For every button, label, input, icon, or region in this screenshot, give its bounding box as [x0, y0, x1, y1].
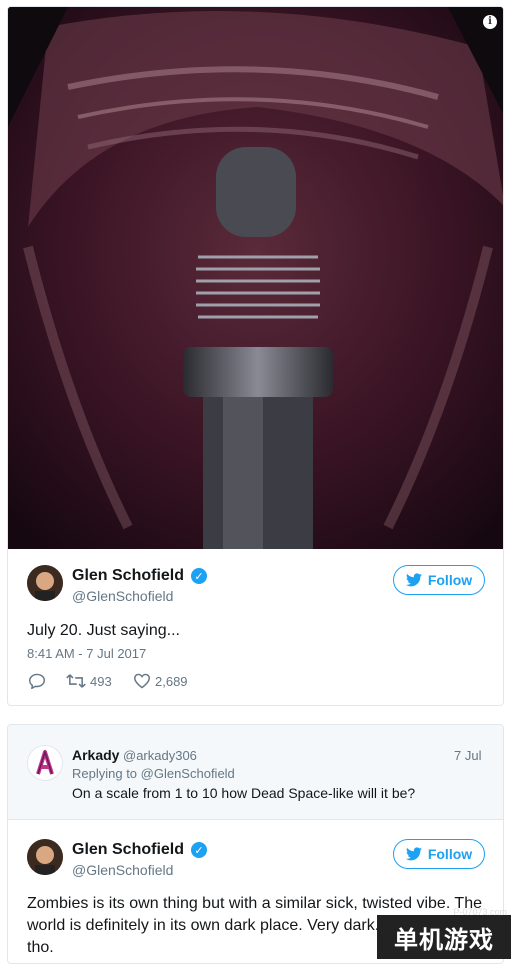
arkady-logo-icon [36, 749, 54, 775]
tweet-text-line: Zombies is its own thing but with a simi… [27, 895, 482, 912]
reply-author-handle[interactable]: @arkady306 [123, 748, 197, 763]
quoted-reply[interactable]: Arkady @arkady306 7 Jul Replying to @Gle… [8, 725, 503, 820]
tweet-text: July 20. Just saying... [27, 622, 180, 639]
verified-icon: ✓ [191, 568, 207, 584]
avatar[interactable] [27, 565, 63, 601]
bird-icon [405, 847, 422, 861]
bird-icon [405, 573, 422, 587]
tweet-text-line: world is definitely in its own dark plac… [27, 917, 433, 934]
follow-button[interactable]: Follow [393, 565, 485, 595]
watermark-logo: 单机游戏 [377, 915, 511, 959]
reply-author-name[interactable]: Arkady [72, 747, 119, 763]
tweet-timestamp[interactable]: 8:41 AM - 7 Jul 2017 [27, 646, 146, 661]
author-name[interactable]: Glen Schofield [72, 567, 184, 585]
avatar-image [27, 565, 63, 601]
reply-action[interactable] [28, 673, 46, 689]
like-action[interactable]: 2,689 [133, 673, 188, 689]
like-count: 2,689 [155, 673, 188, 689]
replying-to[interactable]: Replying to @GlenSchofield [72, 766, 235, 781]
heart-icon [133, 673, 151, 689]
follow-label: Follow [427, 572, 473, 588]
avatar-image [27, 839, 63, 875]
author-handle[interactable]: @GlenSchofield [72, 862, 173, 878]
follow-button[interactable]: Follow [393, 839, 485, 869]
reply-icon [28, 673, 46, 689]
avatar[interactable] [27, 745, 63, 781]
author-handle[interactable]: @GlenSchofield [72, 588, 173, 604]
verified-icon: ✓ [191, 842, 207, 858]
reply-text: On a scale from 1 to 10 how Dead Space-l… [72, 785, 416, 801]
dark-organic-image [8, 7, 503, 549]
follow-label: Follow [427, 846, 473, 862]
tweet-card: i Glen Schofield ✓ @GlenSchofield Follow… [7, 6, 504, 706]
author-name[interactable]: Glen Schofield [72, 841, 184, 859]
tweet-media-image[interactable]: i [8, 7, 503, 549]
info-icon[interactable]: i [483, 15, 497, 29]
retweet-action[interactable]: 493 [66, 673, 112, 689]
avatar[interactable] [27, 839, 63, 875]
retweet-count: 493 [90, 673, 112, 689]
tweet-text-line: tho. [27, 939, 54, 956]
retweet-icon [66, 674, 86, 688]
reply-date[interactable]: 7 Jul [454, 748, 481, 763]
